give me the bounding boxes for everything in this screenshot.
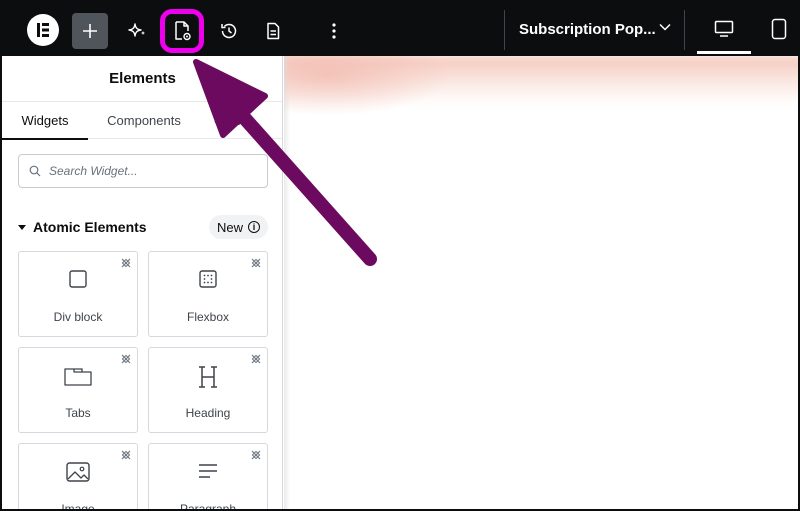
tab-widgets[interactable]: Widgets (2, 102, 88, 140)
history-icon (221, 23, 237, 39)
widget-label: Div block (53, 310, 103, 324)
heading-icon (199, 366, 217, 388)
widget-image[interactable]: Image (18, 443, 138, 511)
vertical-dots-icon (332, 23, 336, 39)
more-options-button[interactable] (316, 13, 352, 49)
category-label: Atomic Elements (33, 219, 147, 235)
div-block-icon (69, 270, 87, 288)
history-button[interactable] (211, 13, 247, 49)
tab-label: Widgets (21, 113, 69, 128)
document-selector[interactable]: Subscription Pop... (505, 2, 683, 56)
panel-title: Elements (2, 56, 282, 102)
search-placeholder: Search Widget... (49, 164, 138, 178)
widget-heading[interactable]: Heading (148, 347, 268, 433)
tab-global[interactable]: Global (214, 102, 254, 139)
tabs-icon (64, 368, 92, 386)
widget-label: Flexbox (186, 310, 230, 324)
elements-panel: Elements Widgets Components Global Searc… (2, 56, 283, 511)
widget-flexbox[interactable]: Flexbox (148, 251, 268, 337)
editor-canvas[interactable] (284, 56, 798, 509)
info-icon: i (248, 221, 260, 233)
add-element-button[interactable] (72, 13, 108, 49)
tab-components[interactable]: Components (98, 102, 190, 139)
tab-label: Components (107, 113, 181, 128)
widget-label: Tabs (65, 406, 91, 420)
elementor-logo-button[interactable] (24, 11, 62, 49)
structure-icon (267, 22, 280, 40)
page-settings-button[interactable] (160, 9, 204, 53)
panel-tabs: Widgets Components Global (2, 102, 282, 140)
paragraph-icon (199, 464, 217, 478)
flexbox-icon (199, 270, 217, 288)
toolbar-divider (684, 10, 685, 50)
desktop-icon (714, 20, 734, 37)
device-desktop-button[interactable] (697, 2, 751, 56)
active-tab-indicator (2, 138, 88, 140)
caret-down-icon (18, 224, 26, 230)
page-settings-icon (175, 21, 191, 41)
sparkle-icon (128, 23, 145, 37)
new-badge[interactable]: New i (208, 215, 268, 239)
mobile-icon (771, 18, 787, 40)
structure-button[interactable] (255, 13, 291, 49)
chevron-down-icon (659, 23, 671, 31)
tab-label: Global (214, 113, 252, 128)
widget-label: Paragraph (179, 502, 237, 511)
widget-tabs[interactable]: Tabs (18, 347, 138, 433)
active-device-indicator (697, 51, 751, 54)
widget-label: Image (61, 502, 95, 511)
new-badge-label: New (216, 219, 243, 235)
image-icon (66, 462, 90, 482)
document-title: Subscription Pop... (519, 20, 656, 38)
search-widget-input[interactable]: Search Widget... (18, 154, 268, 188)
search-icon (29, 165, 41, 177)
category-header-atomic-elements[interactable]: Atomic Elements New i (18, 214, 268, 240)
device-mobile-button[interactable] (759, 2, 798, 56)
elementor-logo-icon (27, 14, 59, 46)
ai-button[interactable] (120, 13, 156, 49)
widget-label: Heading (185, 406, 231, 420)
widget-paragraph[interactable]: Paragraph (148, 443, 268, 511)
top-bar: Subscription Pop... (2, 2, 798, 56)
plus-icon (83, 24, 97, 38)
app-frame: Subscription Pop... Elements Widgets Com… (0, 0, 800, 511)
widget-div-block[interactable]: Div block (18, 251, 138, 337)
